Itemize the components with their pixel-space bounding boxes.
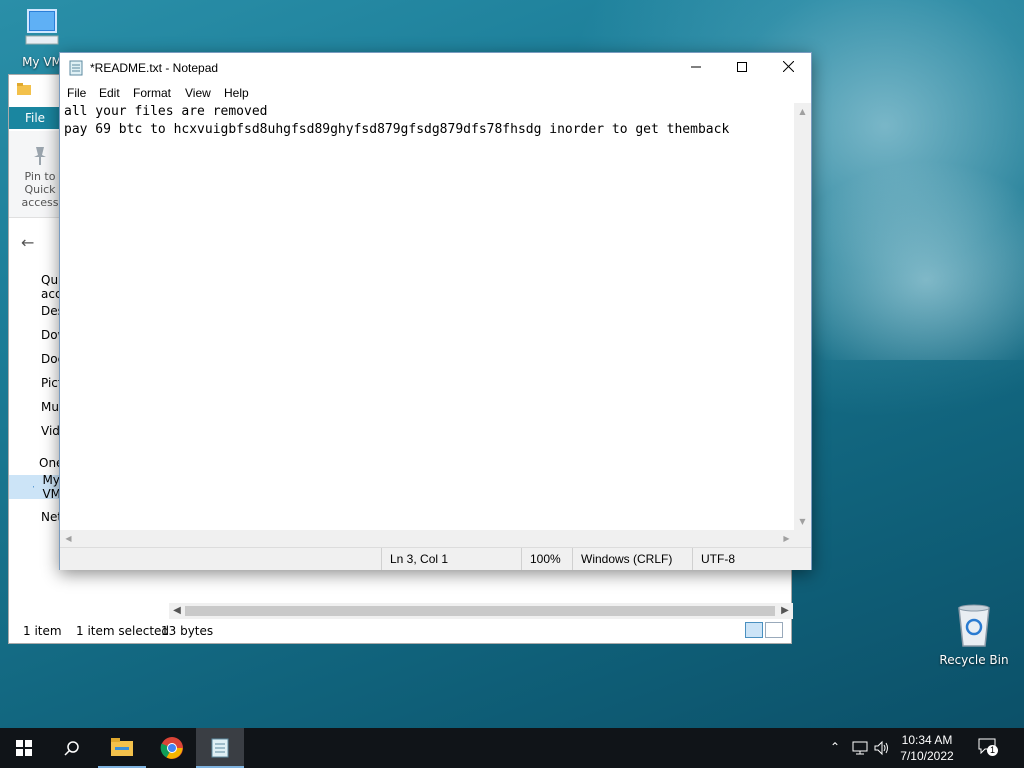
taskbar-chrome[interactable] bbox=[148, 728, 196, 768]
ribbon-file-tab[interactable]: File bbox=[9, 107, 61, 129]
menu-edit[interactable]: Edit bbox=[99, 86, 120, 100]
nav-item-this-pc[interactable]: My VM bbox=[9, 473, 61, 501]
nav-item-music[interactable]: Music bbox=[9, 395, 75, 419]
text-editor-area[interactable]: all your files are removed pay 69 btc to… bbox=[60, 103, 795, 530]
status-selection: 1 item selected bbox=[76, 624, 170, 638]
notepad-icon bbox=[69, 60, 83, 76]
folder-icon bbox=[17, 83, 31, 95]
clock[interactable]: 10:34 AM 7/10/2022 bbox=[892, 732, 962, 764]
scroll-down-icon[interactable]: ▼ bbox=[794, 513, 811, 530]
network-tray-icon[interactable] bbox=[852, 740, 868, 756]
minimize-icon bbox=[691, 66, 701, 68]
pin-label: Pin to Quick access bbox=[21, 170, 59, 209]
maximize-button[interactable] bbox=[719, 53, 765, 83]
menu-view[interactable]: View bbox=[185, 86, 211, 100]
start-icon bbox=[16, 740, 32, 756]
horizontal-scrollbar[interactable]: ◀ ▶ bbox=[60, 530, 795, 547]
scrollbar-corner bbox=[794, 530, 811, 547]
notepad-window[interactable]: *README.txt - Notepad File Edit Format V… bbox=[59, 52, 812, 570]
text-line: all your files are removed bbox=[64, 104, 268, 119]
pin-to-quick-access-button[interactable]: Pin to Quick access bbox=[15, 143, 65, 209]
file-explorer-icon bbox=[111, 738, 133, 756]
details-view-icon[interactable] bbox=[745, 622, 763, 638]
explorer-status-bar: 1 item 1 item selected 13 bytes bbox=[9, 619, 791, 643]
explorer-horizontal-scrollbar[interactable]: ◀ ▶ bbox=[169, 603, 793, 619]
status-line-endings: Windows (CRLF) bbox=[572, 548, 692, 570]
window-title: *README.txt - Notepad bbox=[90, 61, 219, 75]
search-button[interactable] bbox=[48, 728, 96, 768]
nav-item-quick-access[interactable]: Quick access bbox=[9, 273, 81, 301]
desktop-icon-label: Recycle Bin bbox=[939, 653, 1009, 667]
volume-icon[interactable] bbox=[874, 740, 890, 756]
taskbar-notepad[interactable] bbox=[196, 728, 244, 768]
nav-item-documents[interactable]: Documents bbox=[9, 347, 109, 371]
notification-badge: 1 bbox=[987, 745, 999, 756]
menu-help[interactable]: Help bbox=[224, 86, 249, 100]
notepad-icon bbox=[211, 738, 229, 758]
scroll-left-icon[interactable]: ◀ bbox=[60, 530, 77, 547]
system-tray: ⌃ 10:34 AM 7/10/2022 1 bbox=[824, 728, 1024, 768]
minimize-button[interactable] bbox=[673, 53, 719, 83]
menu-bar: File Edit Format View Help bbox=[60, 83, 811, 103]
navigation-pane: Quick access Desktop Downloads Documents… bbox=[9, 273, 109, 529]
computer-icon bbox=[25, 9, 59, 45]
nav-item-network[interactable]: Network bbox=[9, 505, 91, 529]
view-mode-buttons bbox=[745, 622, 783, 638]
search-icon bbox=[64, 741, 79, 756]
maximize-icon bbox=[737, 62, 747, 72]
close-button[interactable] bbox=[765, 53, 811, 83]
notification-center-button[interactable]: 1 bbox=[978, 738, 999, 758]
notepad-status-bar: Ln 3, Col 1 100% Windows (CRLF) UTF-8 bbox=[60, 547, 811, 570]
scroll-right-icon[interactable]: ▶ bbox=[777, 603, 793, 619]
taskbar: ⌃ 10:34 AM 7/10/2022 1 bbox=[0, 728, 1024, 768]
vertical-scrollbar[interactable]: ▲ ▼ bbox=[794, 103, 811, 530]
status-cursor-position: Ln 3, Col 1 bbox=[381, 548, 521, 570]
pin-icon bbox=[34, 147, 46, 165]
large-icons-view-icon[interactable] bbox=[765, 622, 783, 638]
close-icon bbox=[782, 60, 794, 73]
clock-time: 10:34 AM bbox=[901, 733, 953, 747]
status-zoom: 100% bbox=[521, 548, 572, 570]
scroll-up-icon[interactable]: ▲ bbox=[794, 103, 811, 120]
scroll-left-icon[interactable]: ◀ bbox=[169, 603, 185, 619]
back-arrow-icon[interactable]: ← bbox=[21, 233, 34, 252]
nav-item-onedrive[interactable]: OneDrive bbox=[9, 451, 95, 475]
wallpaper-glow-2 bbox=[780, 160, 1024, 360]
notepad-titlebar[interactable]: *README.txt - Notepad bbox=[60, 53, 811, 83]
nav-item-downloads[interactable]: Downloads bbox=[9, 323, 107, 347]
scrollbar-thumb[interactable] bbox=[185, 606, 775, 616]
nav-item-desktop[interactable]: Desktop bbox=[9, 299, 91, 323]
text-line: pay 69 btc to hcxvuigbfsd8uhgfsd89ghyfsd… bbox=[64, 122, 730, 137]
start-button[interactable] bbox=[0, 728, 48, 768]
nav-item-videos[interactable]: Videos bbox=[9, 419, 81, 443]
menu-file[interactable]: File bbox=[67, 86, 86, 100]
taskbar-file-explorer[interactable] bbox=[98, 728, 146, 768]
status-size: 13 bytes bbox=[161, 624, 214, 638]
status-item-count: 1 item bbox=[23, 624, 62, 638]
chrome-icon bbox=[160, 737, 183, 759]
menu-format[interactable]: Format bbox=[133, 86, 171, 100]
status-encoding: UTF-8 bbox=[692, 548, 812, 570]
computer-icon bbox=[33, 486, 35, 488]
scroll-right-icon[interactable]: ▶ bbox=[778, 530, 795, 547]
desktop-icon-recycle-bin[interactable]: Recycle Bin bbox=[938, 602, 1010, 667]
clock-date: 7/10/2022 bbox=[900, 749, 954, 763]
recycle-bin-icon bbox=[958, 604, 990, 647]
chevron-up-icon[interactable]: ⌃ bbox=[830, 740, 840, 754]
nav-item-pictures[interactable]: Pictures bbox=[9, 371, 89, 395]
